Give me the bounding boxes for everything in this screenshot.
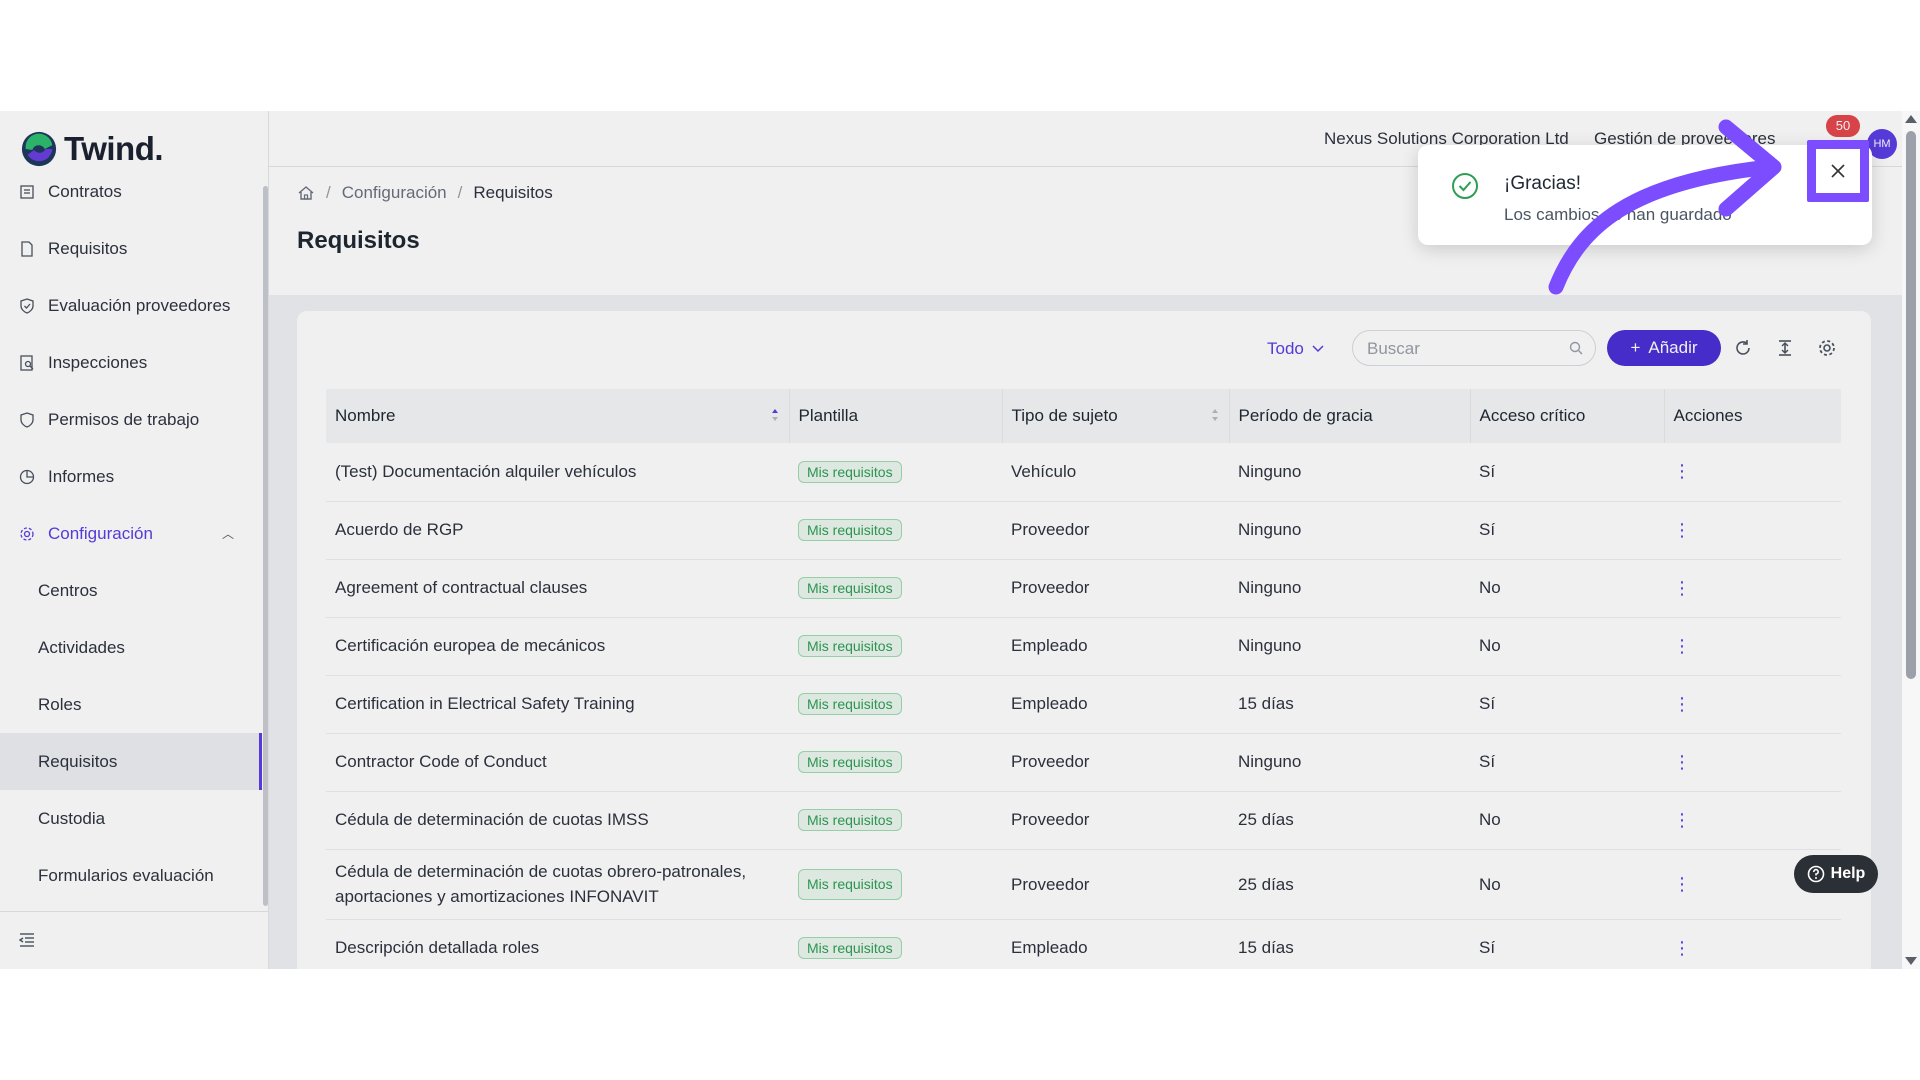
close-icon — [1831, 164, 1845, 178]
scroll-down-icon[interactable] — [1905, 957, 1917, 965]
page-scrollbar[interactable] — [1902, 111, 1920, 969]
scrollbar-thumb[interactable] — [1906, 131, 1916, 679]
toast-close-button[interactable] — [1816, 149, 1860, 193]
help-button[interactable]: Help — [1794, 855, 1878, 893]
question-circle-icon — [1807, 865, 1824, 883]
toast-close-highlight — [1807, 140, 1869, 202]
scroll-up-icon[interactable] — [1905, 115, 1917, 123]
app-window: Twind. Contratos Requisitos Evaluación p… — [0, 111, 1920, 969]
help-label: Help — [1830, 865, 1866, 882]
check-circle-icon — [1452, 173, 1478, 199]
pointer-arrow-icon — [1548, 119, 1782, 295]
